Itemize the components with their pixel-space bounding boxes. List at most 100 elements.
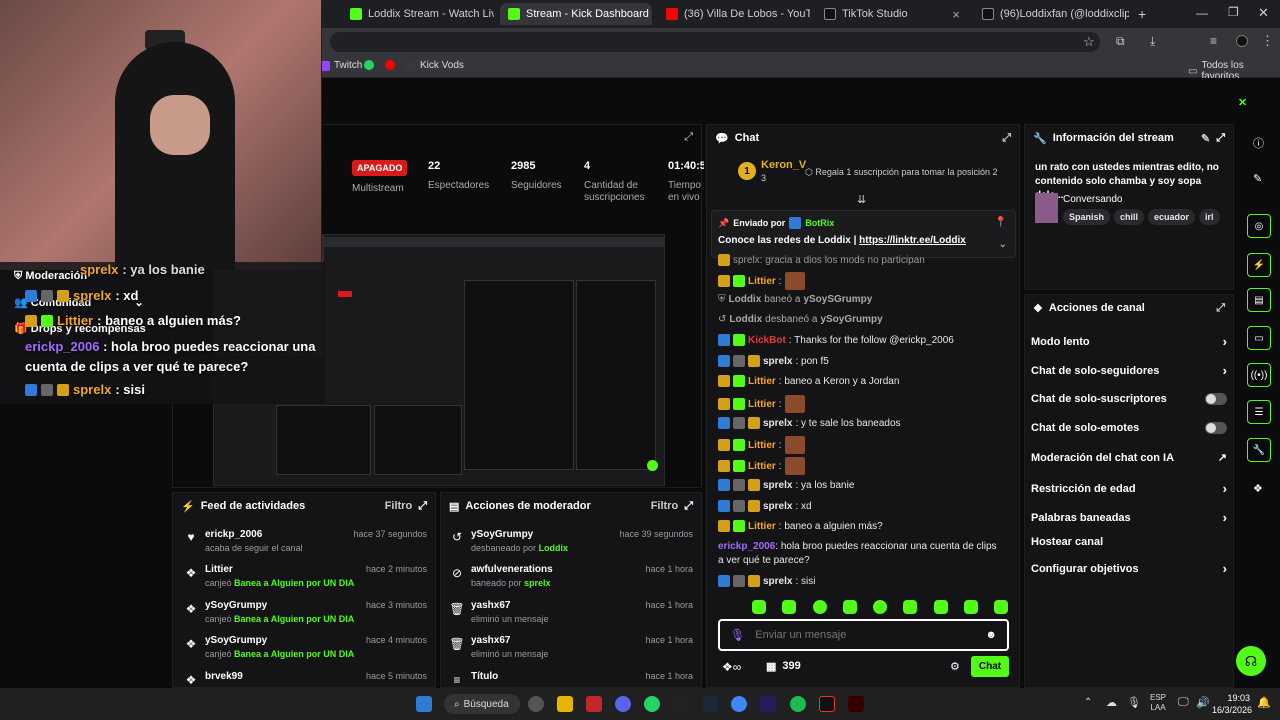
emote-icon[interactable] <box>873 600 887 614</box>
sidebar-list-button[interactable]: ☰ <box>1247 400 1271 424</box>
whatsapp-icon[interactable] <box>644 696 660 712</box>
pencil-icon[interactable]: ✎ <box>1253 172 1262 185</box>
expand-icon[interactable]: ⤢ <box>1216 302 1225 315</box>
send-chat-button[interactable]: Chat <box>971 656 1009 677</box>
app-icon[interactable] <box>586 696 602 712</box>
new-tab-icon[interactable]: + <box>1138 6 1146 22</box>
slow-mode-item[interactable]: Modo lento › <box>1031 334 1227 349</box>
emotes-only-toggle[interactable] <box>1205 422 1227 434</box>
more-menu-icon[interactable]: ⋮ <box>1261 33 1274 49</box>
age-restriction-item[interactable]: Restricción de edad › <box>1031 481 1227 496</box>
expand-icon[interactable]: ⤢ <box>684 500 693 513</box>
cloud-icon[interactable]: ☁ <box>1106 696 1117 709</box>
network-icon[interactable]: 🖵 <box>1178 696 1189 709</box>
close-icon[interactable]: × <box>952 7 960 22</box>
subs-only-toggle[interactable] <box>1205 393 1227 405</box>
support-headset-icon[interactable]: ☊ <box>1236 646 1266 676</box>
microphone-icon[interactable]: 🎙 <box>730 628 745 642</box>
tag-chip[interactable]: irl <box>1199 209 1220 225</box>
profile-avatar[interactable] <box>1236 35 1248 47</box>
chrome-icon[interactable] <box>731 696 747 712</box>
sidebar-wrench-button[interactable]: 🔧 <box>1247 438 1271 462</box>
extensions-icon[interactable]: ⧉ <box>1116 34 1125 49</box>
language-indicator[interactable]: ESP LAA <box>1150 693 1166 713</box>
minimize-icon[interactable]: — <box>1196 6 1208 20</box>
emote-icon[interactable] <box>963 600 978 614</box>
windows-start-icon[interactable] <box>416 696 432 712</box>
bookmark-star-icon[interactable]: ☆ <box>1083 34 1095 50</box>
file-explorer-icon[interactable] <box>557 696 573 712</box>
info-icon[interactable]: ⓘ <box>1253 135 1264 151</box>
emoji-icon[interactable]: ☻ <box>985 629 997 641</box>
bookmark-whatsapp[interactable] <box>364 60 374 70</box>
expand-icon[interactable]: ⤢ <box>418 500 427 513</box>
sidebar-broadcast-button[interactable]: ((•)) <box>1247 363 1271 387</box>
pinned-link[interactable]: https://linktr.ee/Loddix <box>859 235 966 246</box>
chevron-down-icon[interactable]: ⌄ <box>999 239 1007 250</box>
tiktok-icon[interactable] <box>819 696 835 712</box>
chat-message-input[interactable] <box>755 629 976 641</box>
tray-chevron-icon[interactable]: ⌃ <box>1084 697 1092 708</box>
emote-icon[interactable] <box>812 600 827 614</box>
tab-youtube[interactable]: (36) Villa De Lobos - YouTu× <box>658 3 810 25</box>
ai-moderation-item[interactable]: Moderación del chat con IA ↗ <box>1031 451 1227 465</box>
mod-filter-button[interactable]: Filtro <box>651 500 679 512</box>
actions-icon[interactable]: ❖ <box>1253 482 1263 495</box>
tag-chip[interactable]: ecuador <box>1148 209 1196 225</box>
taskbar-search[interactable]: ⌕ Búsqueda <box>444 694 520 714</box>
notifications-bell-icon[interactable]: 🔔 <box>1257 696 1271 709</box>
illustrator-icon[interactable] <box>848 696 864 712</box>
expand-icon[interactable]: ⤢ <box>684 131 693 144</box>
edit-pencil-icon[interactable]: ✎ <box>1201 132 1210 145</box>
banned-words-item[interactable]: Palabras baneadas › <box>1031 510 1227 525</box>
app-icon[interactable] <box>528 696 544 712</box>
tab-tiktok-loddixfan[interactable]: (96)Loddixfan (@loddixclips) | T× <box>974 3 1129 25</box>
sidebar-bolt-button[interactable]: ⚡ <box>1247 253 1271 277</box>
collapse-icon[interactable]: ⇊ <box>857 193 866 206</box>
category-name[interactable]: Conversando <box>1063 194 1122 205</box>
mic-icon[interactable]: 🎙 <box>1127 696 1141 709</box>
emote-icon[interactable] <box>752 600 766 614</box>
emote-icon[interactable] <box>933 600 948 614</box>
premiere-icon[interactable] <box>760 696 776 712</box>
tab-tiktok-studio[interactable]: TikTok Studio × <box>816 3 968 25</box>
emote-icon[interactable] <box>994 600 1008 614</box>
tag-chip[interactable]: chill <box>1114 209 1145 225</box>
bookmark-twitch[interactable]: Twitch <box>320 60 362 71</box>
expand-icon[interactable]: ⤢ <box>1002 132 1011 145</box>
url-field[interactable] <box>330 32 1100 52</box>
downloads-icon[interactable]: ⤓ <box>1150 34 1155 49</box>
followers-only-item[interactable]: Chat de solo-seguidores › <box>1031 363 1227 378</box>
sidebar-camera-button[interactable]: ◎ <box>1247 214 1271 238</box>
gift-prompt[interactable]: ⬡ Regala 1 suscripción para tomar la pos… <box>805 167 997 178</box>
tab-kick-dashboard[interactable]: Stream - Kick Dashboard× <box>500 3 652 25</box>
unpin-icon[interactable]: 📍 <box>995 217 1007 228</box>
tag-chip[interactable]: Spanish <box>1063 209 1111 225</box>
feed-filter-button[interactable]: Filtro <box>385 500 413 512</box>
maximize-icon[interactable]: ❐ <box>1228 5 1239 19</box>
steam-icon[interactable] <box>702 696 718 712</box>
window-close-icon[interactable]: ✕ <box>1258 5 1269 21</box>
emote-icon[interactable] <box>842 600 857 614</box>
settings-gear-icon[interactable]: ⚙ <box>950 660 960 673</box>
sidebar-document-button[interactable]: ▤ <box>1247 288 1271 312</box>
volume-icon[interactable]: 🔊 <box>1196 696 1210 709</box>
category-thumbnail[interactable] <box>1035 193 1058 223</box>
sidebar-chat-button[interactable]: ▭ <box>1247 326 1271 350</box>
menu-lines-icon[interactable]: ≡ <box>1210 34 1217 48</box>
menu-moderation[interactable]: ⛨ Moderación <box>14 270 87 283</box>
epic-games-icon[interactable] <box>673 696 689 712</box>
tab-loddix-stream[interactable]: Loddix Stream - Watch Live on× <box>342 3 494 25</box>
top-gifter-name[interactable]: Keron_V <box>761 159 806 171</box>
expand-icon[interactable]: ⤢ <box>1216 132 1225 145</box>
emote-icon[interactable] <box>782 600 797 614</box>
host-channel-item[interactable]: Hostear canal <box>1031 536 1227 548</box>
bookmark-youtube[interactable] <box>385 60 395 70</box>
points-icon[interactable]: ❖∞ <box>722 660 741 674</box>
clock[interactable]: 19:03 16/3/2026 <box>1212 692 1252 716</box>
discord-icon[interactable] <box>615 696 631 712</box>
channel-points[interactable]: ▦ 399 <box>766 660 801 673</box>
emote-icon[interactable] <box>903 600 918 614</box>
goals-item[interactable]: Configurar objetivos › <box>1031 561 1227 576</box>
bookmark-kick-vods[interactable]: Kick Vods <box>406 60 464 71</box>
